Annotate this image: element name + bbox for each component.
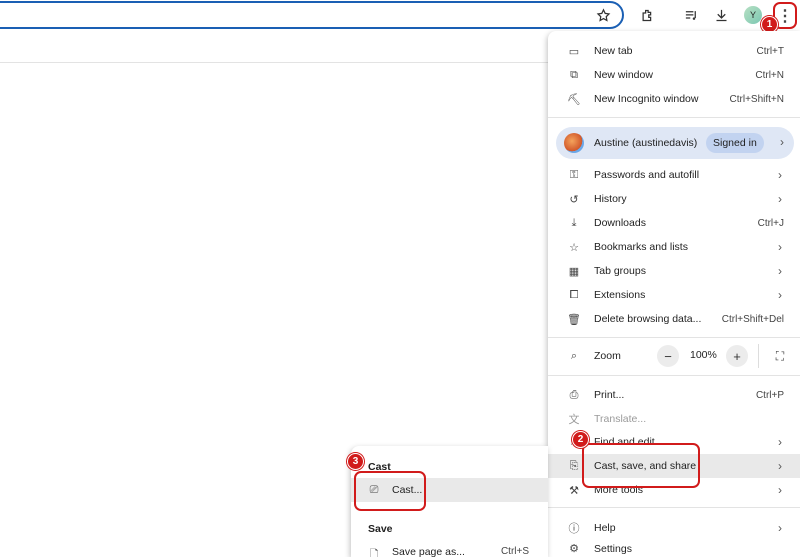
chevron-right-icon: › xyxy=(778,240,782,254)
chevron-right-icon: › xyxy=(778,192,782,206)
translate-icon: 文 xyxy=(568,414,580,426)
menu-item-history[interactable]: ↺ History › xyxy=(548,187,800,211)
new-tab-icon: ▭ xyxy=(568,45,580,58)
download-icon: ⤓ xyxy=(571,216,577,229)
reading-list-icon[interactable] xyxy=(680,4,702,26)
step-badge-3: 3 xyxy=(347,453,364,470)
menu-item-settings[interactable]: ⚙ Settings xyxy=(548,540,800,557)
chevron-right-icon: › xyxy=(778,435,782,449)
signed-in-badge: Signed in xyxy=(706,133,764,153)
save-page-icon: 🗋 xyxy=(369,549,379,557)
menu-item-delete-data[interactable]: 🗑 Delete browsing data... Ctrl+Shift+Del xyxy=(548,307,800,331)
divider xyxy=(758,344,759,368)
menu-item-help[interactable]: ⓘ Help › xyxy=(548,516,800,540)
zoom-out-button[interactable]: − xyxy=(657,345,679,367)
star-icon: ☆ xyxy=(569,241,579,254)
step-badge-2: 2 xyxy=(572,431,589,448)
printer-icon: ⎙ xyxy=(569,388,579,401)
menu-item-new-tab[interactable]: ▭ New tab Ctrl+T xyxy=(548,39,800,63)
menu-item-downloads[interactable]: ⤓ Downloads Ctrl+J xyxy=(548,211,800,235)
divider xyxy=(548,507,800,508)
extensions-icon[interactable] xyxy=(636,4,658,26)
menu-item-new-incognito[interactable]: ⛏ New Incognito window Ctrl+Shift+N xyxy=(548,87,800,111)
divider xyxy=(548,117,800,118)
menu-item-translate: 文 Translate... xyxy=(548,407,800,431)
tab-groups-icon: ▦ xyxy=(568,265,580,278)
chevron-right-icon: › xyxy=(780,135,784,149)
menu-item-print[interactable]: ⎙ Print... Ctrl+P xyxy=(548,383,800,407)
chevron-right-icon: › xyxy=(778,264,782,278)
zoom-level: 100% xyxy=(690,349,717,361)
new-window-icon: ⧉ xyxy=(570,68,578,81)
menu-item-bookmarks[interactable]: ☆ Bookmarks and lists › xyxy=(548,235,800,259)
profile-avatar[interactable]: Y xyxy=(744,6,762,24)
puzzle-icon: ⧠ xyxy=(569,288,579,301)
chevron-right-icon: › xyxy=(778,521,782,535)
menu-item-zoom: ⌕ Zoom − 100% + ⛶ xyxy=(548,340,800,372)
chevron-right-icon: › xyxy=(778,168,782,182)
toolbox-icon: ⚒ xyxy=(569,484,579,497)
chevron-right-icon: › xyxy=(778,288,782,302)
fullscreen-icon[interactable]: ⛶ xyxy=(770,346,790,366)
address-bar[interactable] xyxy=(0,1,624,29)
menu-item-passwords[interactable]: ⚿ Passwords and autofill › xyxy=(548,163,800,187)
divider xyxy=(548,337,800,338)
cast-save-icon: ⎘ xyxy=(569,459,579,472)
divider xyxy=(548,375,800,376)
star-icon[interactable] xyxy=(592,4,614,26)
profile-name: Austine (austinedavis) xyxy=(594,137,698,149)
submenu-item-save-page[interactable]: 🗋 Save page as... Ctrl+S xyxy=(351,540,548,557)
profile-row[interactable]: Austine (austinedavis) Signed in › xyxy=(556,127,794,159)
annotation-box-cast-save-share xyxy=(582,443,700,488)
menu-item-tab-groups[interactable]: ▦ Tab groups › xyxy=(548,259,800,283)
bookmarks-bar xyxy=(0,31,548,63)
key-icon: ⚿ xyxy=(569,168,579,181)
gear-icon: ⚙ xyxy=(569,543,579,555)
incognito-icon: ⛏ xyxy=(567,93,581,106)
profile-avatar-icon xyxy=(564,133,584,153)
help-icon: ⓘ xyxy=(568,523,580,535)
zoom-icon: ⌕ xyxy=(570,349,578,362)
trash-icon: 🗑 xyxy=(567,313,581,326)
download-icon[interactable] xyxy=(710,4,732,26)
history-icon: ↺ xyxy=(569,193,579,206)
save-section-header: Save xyxy=(368,523,393,535)
browser-toolbar: Y ⋮ xyxy=(0,0,800,31)
annotation-box-cast xyxy=(354,471,426,511)
zoom-in-button[interactable]: + xyxy=(726,345,748,367)
chevron-right-icon: › xyxy=(778,483,782,497)
avatar-letter: Y xyxy=(749,10,756,20)
menu-item-new-window[interactable]: ⧉ New window Ctrl+N xyxy=(548,63,800,87)
menu-item-extensions[interactable]: ⧠ Extensions › xyxy=(548,283,800,307)
chevron-right-icon: › xyxy=(778,459,782,473)
